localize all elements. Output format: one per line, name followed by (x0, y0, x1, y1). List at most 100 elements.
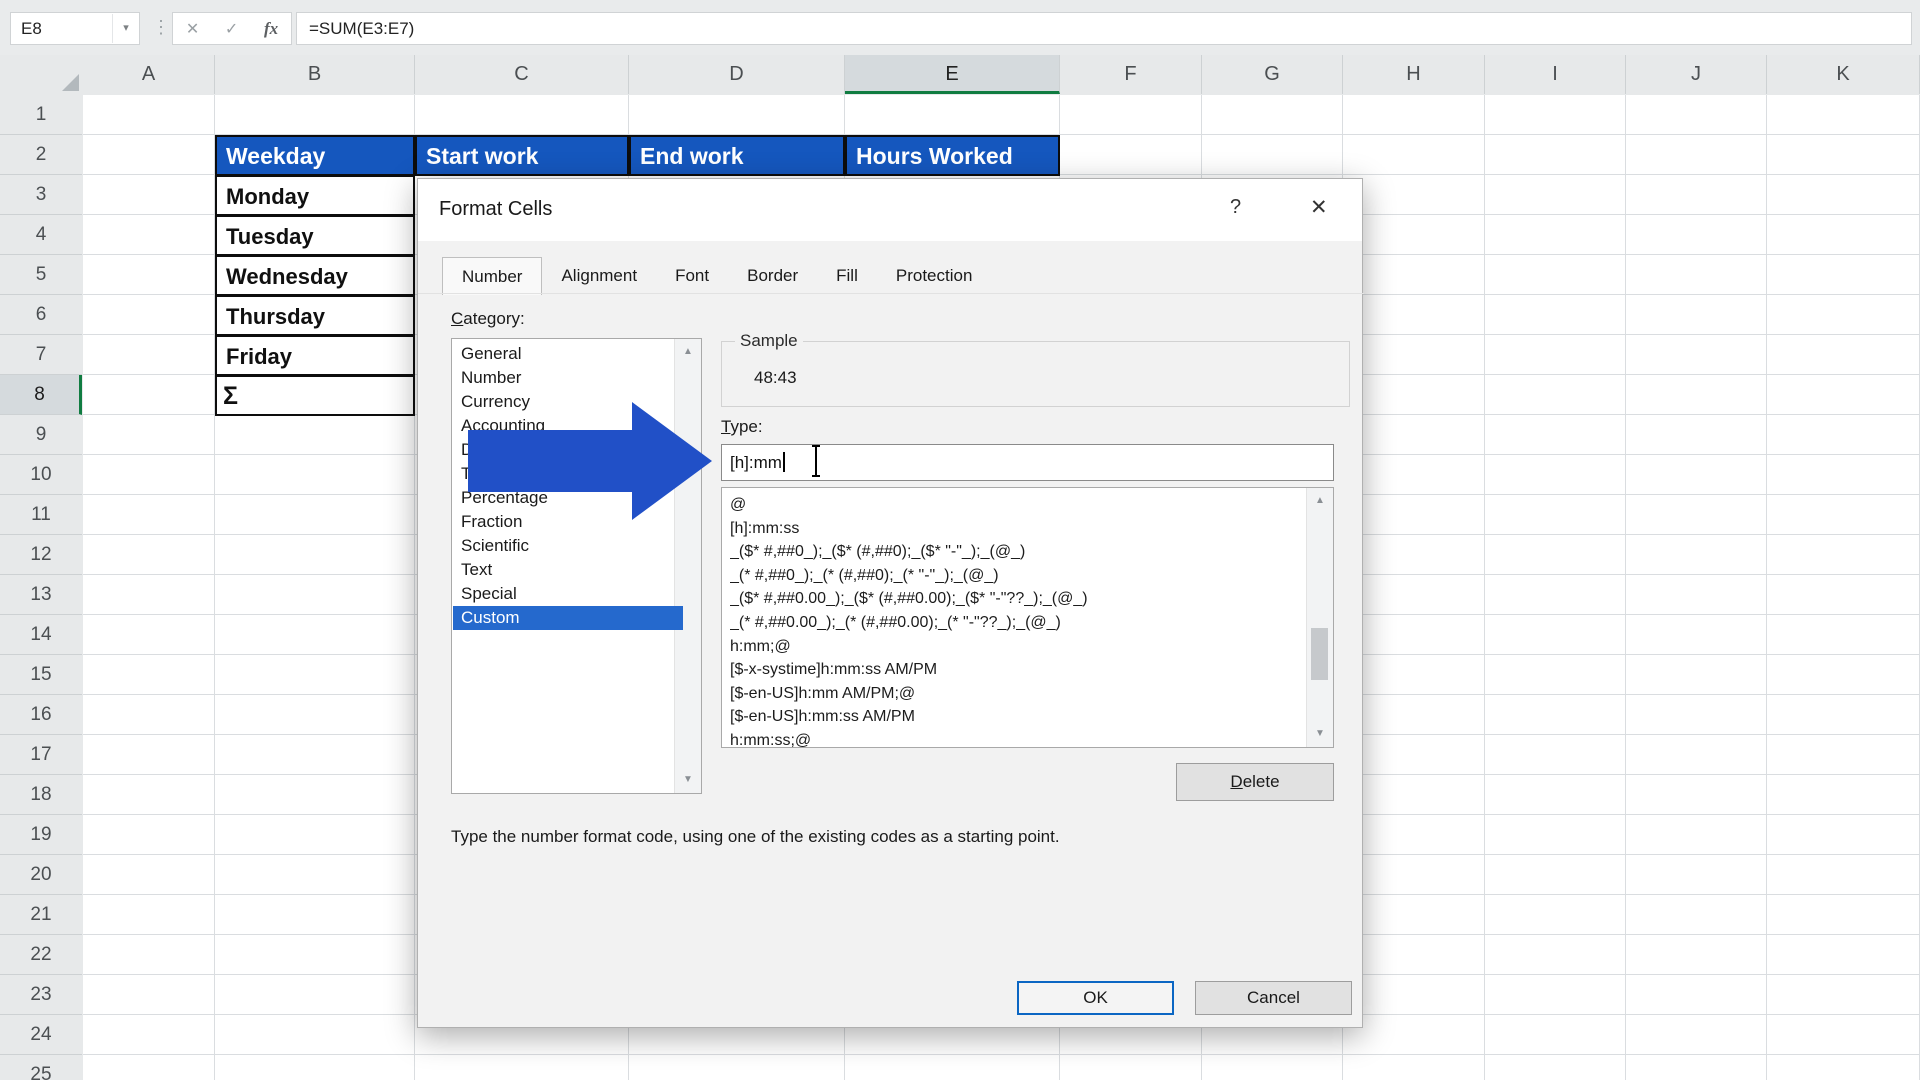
row-header-21[interactable]: 21 (0, 895, 82, 935)
column-header-B[interactable]: B (215, 55, 415, 94)
weekday-cell[interactable]: Thursday (215, 295, 415, 336)
format-code-item[interactable]: h:mm:ss;@ (730, 729, 1300, 748)
row-header-18[interactable]: 18 (0, 775, 82, 815)
column-header-C[interactable]: C (415, 55, 629, 94)
formula-input[interactable]: =SUM(E3:E7) (296, 12, 1912, 45)
row-header-25[interactable]: 25 (0, 1055, 82, 1080)
category-item-special[interactable]: Special (453, 582, 683, 606)
row-header-4[interactable]: 4 (0, 215, 82, 255)
weekday-cell[interactable]: Wednesday (215, 255, 415, 296)
table-header-cell[interactable]: Hours Worked (845, 135, 1060, 176)
cancel-entry-icon[interactable]: ✕ (186, 19, 199, 39)
table-header-cell[interactable]: Weekday (215, 135, 415, 176)
format-code-item[interactable]: _($* #,##0_);_($* (#,##0);_($* "-"_);_(@… (730, 540, 1300, 563)
format-code-item[interactable]: [$-en-US]h:mm AM/PM;@ (730, 682, 1300, 705)
column-header-A[interactable]: A (83, 55, 215, 94)
format-code-item[interactable]: h:mm;@ (730, 635, 1300, 658)
table-header-cell[interactable]: End work (629, 135, 845, 176)
ibeam-cursor-icon (808, 444, 824, 478)
column-header-H[interactable]: H (1343, 55, 1485, 94)
row-header-10[interactable]: 10 (0, 455, 82, 495)
delete-button[interactable]: Delete (1176, 763, 1334, 801)
sample-groupbox: Sample 48:43 (721, 341, 1350, 407)
annotation-arrow-icon (468, 402, 712, 520)
scroll-down-icon[interactable]: ▼ (675, 769, 701, 791)
row-header-9[interactable]: 9 (0, 415, 82, 455)
row-header-14[interactable]: 14 (0, 615, 82, 655)
format-codes-listbox[interactable]: ▲ ▼ @[h]:mm:ss_($* #,##0_);_($* (#,##0);… (721, 487, 1334, 748)
gridline (1625, 95, 1626, 1080)
row-header-24[interactable]: 24 (0, 1015, 82, 1055)
dialog-title: Format Cells (439, 198, 552, 221)
row-header-12[interactable]: 12 (0, 535, 82, 575)
codes-scrollbar[interactable]: ▲ ▼ (1306, 488, 1333, 747)
sample-label: Sample (735, 331, 803, 351)
enter-entry-icon[interactable]: ✓ (225, 19, 238, 39)
row-header-1[interactable]: 1 (0, 95, 82, 135)
row-header-6[interactable]: 6 (0, 295, 82, 335)
insert-function-icon[interactable]: fx (264, 19, 278, 39)
tab-fill[interactable]: Fill (817, 259, 877, 294)
help-icon[interactable]: ? (1230, 196, 1241, 219)
row-header-15[interactable]: 15 (0, 655, 82, 695)
scroll-down-icon[interactable]: ▼ (1307, 723, 1333, 745)
row-header-20[interactable]: 20 (0, 855, 82, 895)
category-item-number[interactable]: Number (453, 366, 683, 390)
format-code-item[interactable]: _(* #,##0_);_(* (#,##0);_(* "-"_);_(@_) (730, 564, 1300, 587)
select-all-corner[interactable] (0, 55, 84, 96)
row-header-23[interactable]: 23 (0, 975, 82, 1015)
row-header-13[interactable]: 13 (0, 575, 82, 615)
column-header-I[interactable]: I (1485, 55, 1626, 94)
row-header-19[interactable]: 19 (0, 815, 82, 855)
tab-protection[interactable]: Protection (877, 259, 992, 294)
category-item-scientific[interactable]: Scientific (453, 534, 683, 558)
row-header-5[interactable]: 5 (0, 255, 82, 295)
column-header-E[interactable]: E (845, 55, 1060, 94)
column-header-J[interactable]: J (1626, 55, 1767, 94)
formula-buttons: ✕ ✓ fx (172, 12, 292, 45)
format-code-item[interactable]: [$-x-systime]h:mm:ss AM/PM (730, 658, 1300, 681)
weekday-cell[interactable]: Friday (215, 335, 415, 376)
format-code-item[interactable]: @ (730, 493, 1300, 516)
formula-bar-strip: E8 ▾ ⋮ ✕ ✓ fx =SUM(E3:E7) (0, 0, 1920, 56)
format-code-item[interactable]: _(* #,##0.00_);_(* (#,##0.00);_(* "-"??_… (730, 611, 1300, 634)
ok-button[interactable]: OK (1017, 981, 1174, 1015)
format-code-item[interactable]: [h]:mm:ss (730, 517, 1300, 540)
name-box-dropdown-icon[interactable]: ▾ (112, 14, 139, 43)
table-header-cell[interactable]: Start work (415, 135, 629, 176)
tab-alignment[interactable]: Alignment (542, 259, 656, 294)
name-box[interactable]: E8 ▾ (10, 12, 140, 45)
format-code-item[interactable]: [$-en-US]h:mm:ss AM/PM (730, 705, 1300, 728)
type-input-value: [h]:mm (730, 453, 782, 472)
weekday-cell[interactable]: Tuesday (215, 215, 415, 256)
category-item-text[interactable]: Text (453, 558, 683, 582)
sample-value: 48:43 (754, 368, 797, 388)
row-header-7[interactable]: 7 (0, 335, 82, 375)
dialog-tabs: NumberAlignmentFontBorderFillProtection (442, 259, 991, 294)
sum-cell[interactable]: Σ (215, 375, 415, 416)
column-header-F[interactable]: F (1060, 55, 1202, 94)
column-header-G[interactable]: G (1202, 55, 1343, 94)
category-item-custom[interactable]: Custom (453, 606, 683, 630)
row-header-11[interactable]: 11 (0, 495, 82, 535)
row-header-22[interactable]: 22 (0, 935, 82, 975)
row-header-17[interactable]: 17 (0, 735, 82, 775)
format-code-item[interactable]: _($* #,##0.00_);_($* (#,##0.00);_($* "-"… (730, 587, 1300, 610)
row-header-3[interactable]: 3 (0, 175, 82, 215)
scroll-up-icon[interactable]: ▲ (1307, 490, 1333, 512)
tab-font[interactable]: Font (656, 259, 728, 294)
scrollbar-thumb[interactable] (1311, 628, 1328, 680)
close-icon[interactable]: ✕ (1310, 195, 1328, 220)
row-header-2[interactable]: 2 (0, 135, 82, 175)
type-label: Type: (721, 417, 763, 437)
column-header-D[interactable]: D (629, 55, 845, 94)
column-header-K[interactable]: K (1767, 55, 1920, 94)
excel-window: E8 ▾ ⋮ ✕ ✓ fx =SUM(E3:E7) ABCDEFGHIJK 12… (0, 0, 1920, 1080)
tab-border[interactable]: Border (728, 259, 817, 294)
row-header-8[interactable]: 8 (0, 375, 82, 415)
tab-number[interactable]: Number (442, 257, 542, 295)
category-item-general[interactable]: General (453, 342, 683, 366)
row-header-16[interactable]: 16 (0, 695, 82, 735)
cancel-button[interactable]: Cancel (1195, 981, 1352, 1015)
weekday-cell[interactable]: Monday (215, 175, 415, 216)
